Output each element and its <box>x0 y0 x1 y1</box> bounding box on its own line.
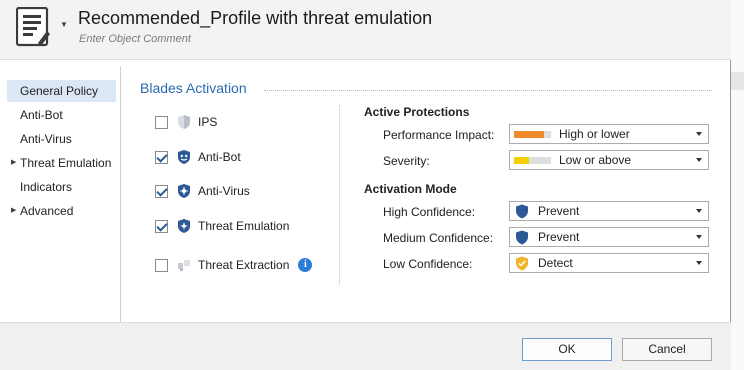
blade-threat-emulation[interactable]: Threat Emulation <box>155 217 289 235</box>
performance-gauge-icon <box>514 130 551 138</box>
blade-label: Threat Extraction <box>198 258 290 272</box>
vertical-divider <box>339 105 340 285</box>
select-value: Prevent <box>538 204 580 218</box>
blade-label: Anti-Bot <box>198 150 241 164</box>
medium-confidence-select[interactable]: Prevent <box>509 227 709 247</box>
nav-item-anti-virus[interactable]: Anti-Virus <box>7 128 116 150</box>
high-confidence-label: High Confidence: <box>383 205 476 219</box>
nav-item-label: Anti-Bot <box>20 108 63 122</box>
blade-anti-bot[interactable]: Anti-Bot <box>155 148 241 166</box>
threat-extraction-icon <box>178 260 190 271</box>
ips-checkbox[interactable] <box>155 115 168 129</box>
low-confidence-select[interactable]: Detect <box>509 253 709 273</box>
expand-arrow-icon[interactable]: ▶ <box>11 152 16 174</box>
threat-emulation-icon <box>178 219 190 233</box>
profile-dialog: ▼ Recommended_Profile with threat emulat… <box>0 0 731 370</box>
nav-item-label: Indicators <box>20 180 73 194</box>
nav-item-threat-emulation[interactable]: ▶ Threat Emulation <box>7 152 116 174</box>
low-confidence-label: Low Confidence: <box>383 257 473 271</box>
nav-item-label: Anti-Virus <box>20 132 72 146</box>
nav-item-label: Threat Emulation <box>20 156 112 170</box>
medium-confidence-label: Medium Confidence: <box>383 231 494 245</box>
blade-label: IPS <box>198 115 218 129</box>
expand-arrow-icon[interactable]: ▶ <box>11 200 16 222</box>
ok-button[interactable]: OK <box>522 338 612 361</box>
ips-shield-icon <box>178 115 190 129</box>
nav-item-indicators[interactable]: Indicators <box>7 176 116 198</box>
info-icon[interactable]: i <box>298 258 313 272</box>
activation-mode-heading: Activation Mode <box>364 182 457 196</box>
dialog-header: ▼ Recommended_Profile with threat emulat… <box>0 0 731 60</box>
dialog-footer: OK Cancel <box>0 322 731 370</box>
threat-extraction-checkbox[interactable] <box>155 258 168 272</box>
nav-item-advanced[interactable]: ▶ Advanced <box>7 200 116 222</box>
blade-label: Anti-Virus <box>198 184 250 198</box>
blade-threat-extraction[interactable]: Threat Extraction i <box>155 256 313 274</box>
nav-item-label: Advanced <box>20 204 74 218</box>
severity-select[interactable]: Low or above <box>509 150 709 170</box>
cancel-button[interactable]: Cancel <box>622 338 712 361</box>
section-divider <box>264 90 712 91</box>
anti-bot-checkbox[interactable] <box>155 150 168 164</box>
object-comment-field[interactable]: Enter Object Comment <box>79 33 191 45</box>
select-value: Low or above <box>559 153 632 167</box>
left-navigation: General Policy Anti-Bot Anti-Virus ▶ Thr… <box>0 66 121 322</box>
chevron-down-icon[interactable] <box>696 209 702 213</box>
severity-label: Severity: <box>383 154 430 168</box>
high-confidence-select[interactable]: Prevent <box>509 201 709 221</box>
threat-emulation-checkbox[interactable] <box>155 219 168 233</box>
nav-item-label: General Policy <box>20 84 99 98</box>
prevent-shield-icon <box>516 204 528 218</box>
anti-virus-checkbox[interactable] <box>155 184 168 198</box>
chevron-down-icon[interactable] <box>696 235 702 239</box>
performance-impact-label: Performance Impact: <box>383 128 495 142</box>
blade-ips[interactable]: IPS <box>155 113 217 131</box>
chevron-down-icon[interactable] <box>696 158 702 162</box>
profile-object-icon[interactable] <box>16 7 50 47</box>
blades-activation-heading: Blades Activation <box>140 80 247 96</box>
select-value: High or lower <box>559 127 630 141</box>
select-value: Prevent <box>538 230 580 244</box>
chevron-down-icon[interactable] <box>696 132 702 136</box>
anti-virus-icon <box>178 184 190 198</box>
profile-title[interactable]: Recommended_Profile with threat emulatio… <box>78 8 432 29</box>
nav-item-anti-bot[interactable]: Anti-Bot <box>7 104 116 126</box>
anti-bot-icon <box>178 150 190 164</box>
nav-item-general-policy[interactable]: General Policy <box>7 80 116 102</box>
blade-label: Threat Emulation <box>198 219 290 233</box>
select-value: Detect <box>538 256 573 270</box>
active-protections-heading: Active Protections <box>364 105 470 119</box>
detect-shield-icon <box>516 256 528 270</box>
prevent-shield-icon <box>516 230 528 244</box>
performance-impact-select[interactable]: High or lower <box>509 124 709 144</box>
object-menu-chevron-icon[interactable]: ▼ <box>60 20 68 29</box>
blade-anti-virus[interactable]: Anti-Virus <box>155 182 250 200</box>
chevron-down-icon[interactable] <box>696 261 702 265</box>
severity-gauge-icon <box>514 156 551 164</box>
background-window-strip <box>730 0 744 370</box>
